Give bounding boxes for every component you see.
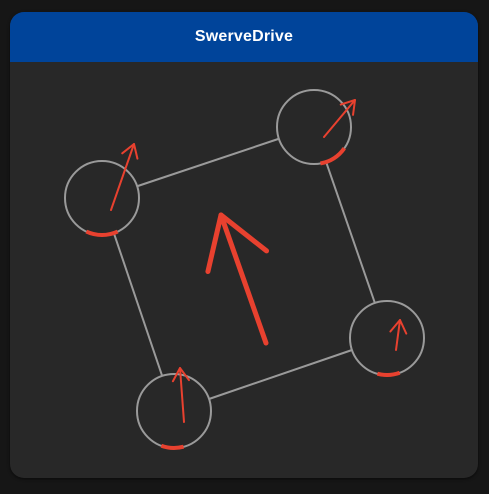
- frame-edge-back: [208, 349, 353, 400]
- frame-edge-front: [136, 137, 280, 188]
- swerve-canvas: [10, 62, 478, 478]
- swerve-drive-widget: SwerveDrive: [10, 12, 478, 478]
- module-front-right: [276, 89, 356, 166]
- robot-vector: [205, 212, 270, 346]
- frame-edge-left: [112, 232, 164, 377]
- module-back-right-indicator: [376, 370, 401, 377]
- module-back-right-vector: [389, 319, 408, 351]
- swerve-drawing: [64, 89, 425, 450]
- module-back-right-wheel: [349, 300, 425, 376]
- module-back-left-wheel: [136, 373, 212, 449]
- swerve-modules: [64, 89, 425, 450]
- module-back-left: [136, 367, 212, 450]
- module-back-left-indicator: [160, 443, 185, 450]
- module-front-left-indicator: [85, 229, 119, 237]
- widget-title: SwerveDrive: [194, 28, 294, 45]
- widget-title-bar: SwerveDrive: [10, 12, 478, 62]
- module-front-left-wheel: [64, 160, 140, 236]
- module-front-left: [64, 143, 140, 237]
- frame-edge-right: [325, 161, 376, 304]
- module-back-left-vector: [171, 367, 190, 423]
- module-back-right: [349, 300, 425, 377]
- module-front-right-indicator: [319, 146, 346, 166]
- robot-velocity-vector: [205, 212, 270, 346]
- robot-frame: [112, 137, 376, 400]
